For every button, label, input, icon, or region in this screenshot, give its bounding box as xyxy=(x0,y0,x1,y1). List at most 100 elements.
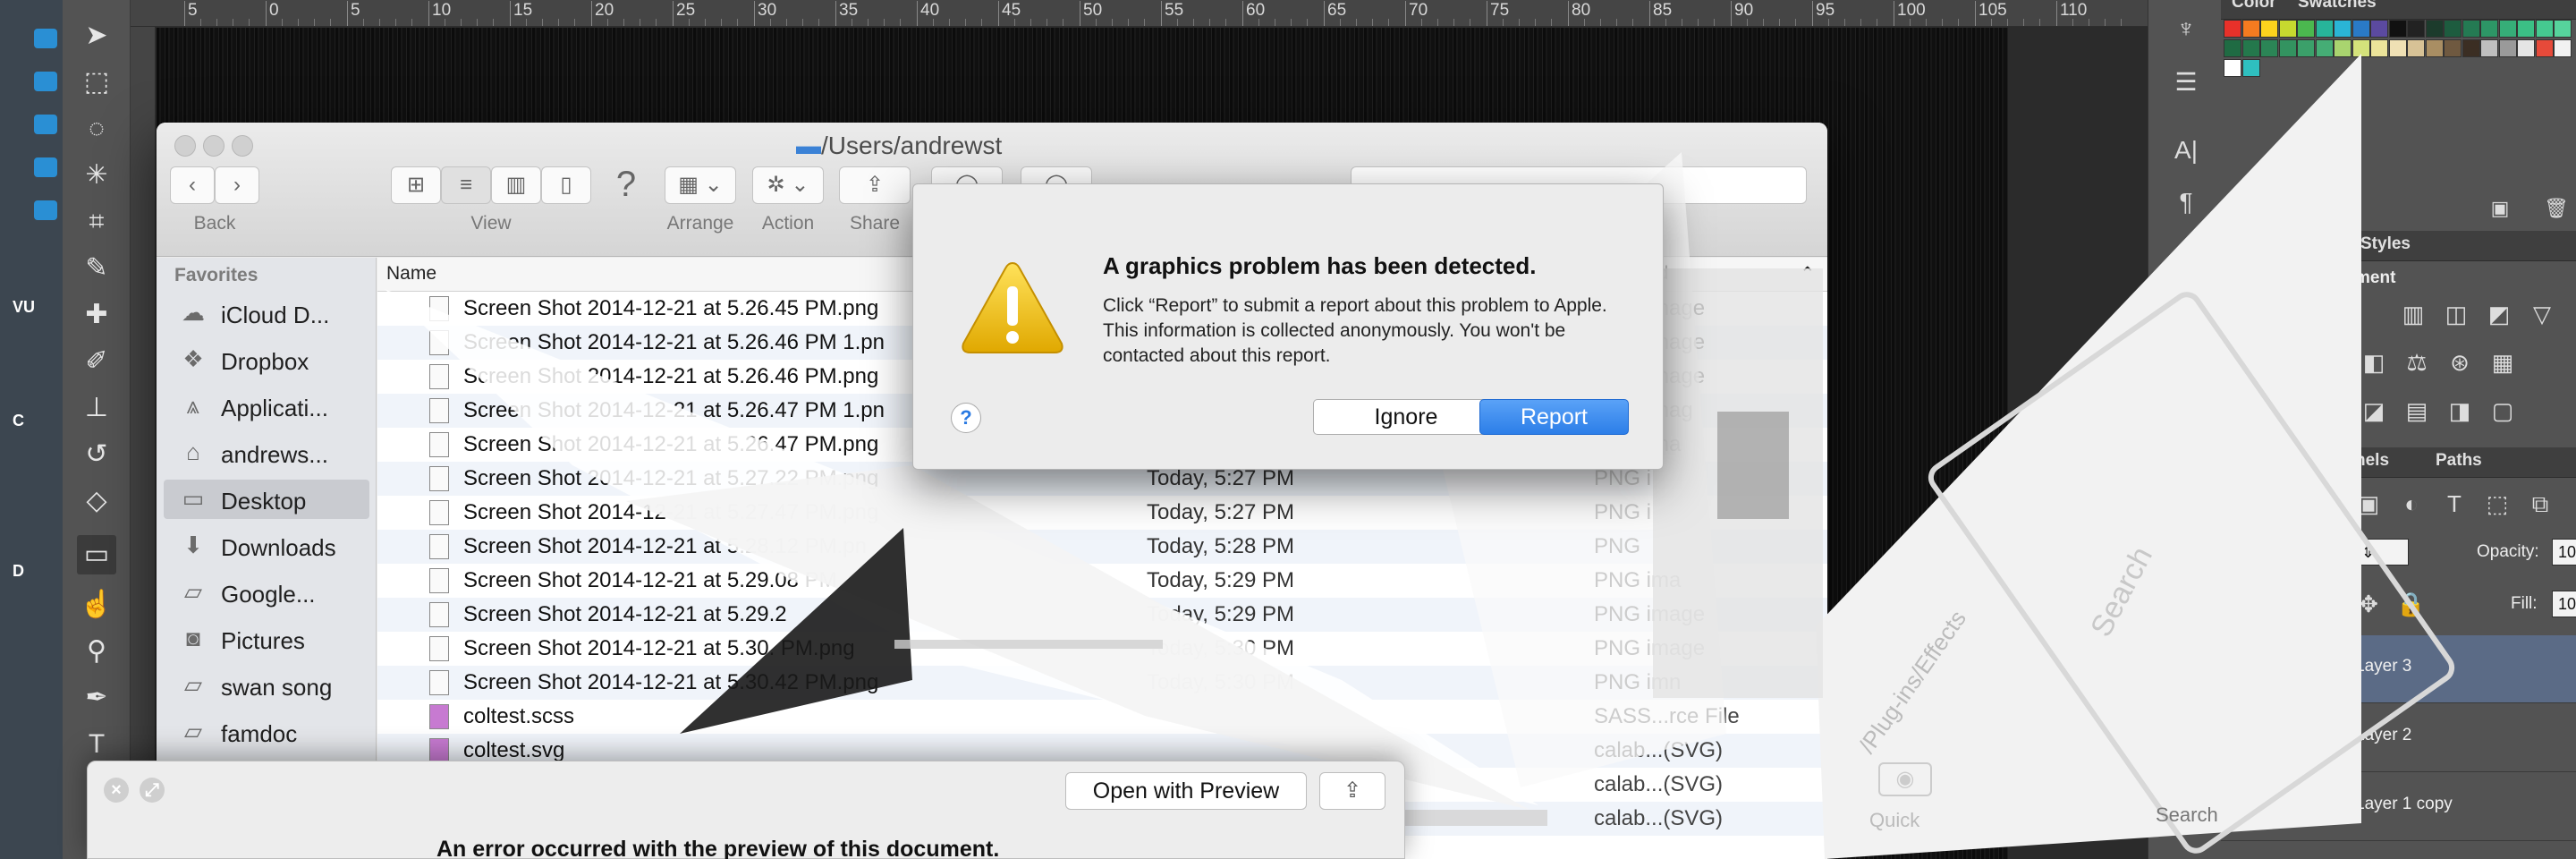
forward-button[interactable]: › xyxy=(215,166,259,204)
share-icon[interactable]: ⇪ xyxy=(1319,772,1385,810)
color-swatch[interactable] xyxy=(2554,20,2572,38)
color-swatch[interactable] xyxy=(2351,20,2370,38)
lasso-tool-icon[interactable]: ◌ xyxy=(77,109,116,149)
color-swatch[interactable] xyxy=(2297,39,2315,57)
color-swatch[interactable] xyxy=(2224,39,2241,57)
color-swatch[interactable] xyxy=(2315,20,2334,38)
open-with-preview-button[interactable]: Open with Preview xyxy=(1065,772,1307,810)
sidebar-item-swan-song[interactable]: ▱ swan song xyxy=(164,666,369,705)
color-swatch[interactable] xyxy=(2297,20,2315,38)
color-swatch[interactable] xyxy=(2462,20,2480,38)
blend-mode-select[interactable]: ⇕ xyxy=(2355,539,2409,566)
filter-smart-icon[interactable]: ⧉ xyxy=(2527,490,2554,517)
sidebar-item-dropbox[interactable]: ❖ Dropbox xyxy=(164,340,369,379)
help-icon[interactable]: ? xyxy=(604,166,648,204)
sidebar-item-desktop[interactable]: ▭ Desktop xyxy=(164,480,369,519)
ignore-button[interactable]: Ignore xyxy=(1313,399,1499,435)
back-button[interactable]: ‹ xyxy=(170,166,215,204)
selective-color-icon[interactable]: ▢ xyxy=(2489,397,2516,424)
layer-row[interactable]: Layer 3 xyxy=(2221,635,2576,703)
crop-tool-icon[interactable]: ⌗ xyxy=(77,202,116,242)
color-swatch[interactable] xyxy=(2260,20,2278,38)
channel-mixer-icon[interactable]: ⊛ xyxy=(2446,349,2473,376)
sidebar-item-google[interactable]: ▱ Google... xyxy=(164,573,369,612)
history-brush-tool-icon[interactable]: ↺ xyxy=(77,435,116,474)
close-icon[interactable]: × xyxy=(104,778,129,803)
exposure-icon[interactable]: ◩ xyxy=(2486,301,2512,327)
color-swatch[interactable] xyxy=(2535,39,2554,57)
color-swatch[interactable] xyxy=(2407,39,2425,57)
color-swatch[interactable] xyxy=(2241,20,2260,38)
pen-tool-icon[interactable]: ✒ xyxy=(77,678,116,718)
new-swatch-icon[interactable]: ▣ xyxy=(2487,195,2513,222)
layer-row[interactable]: Layer 1 copy xyxy=(2221,773,2576,841)
sidebar-item-icloud-d[interactable]: ☁ iCloud D... xyxy=(164,293,369,333)
color-swatch[interactable] xyxy=(2260,39,2278,57)
color-swatch[interactable] xyxy=(2444,20,2462,38)
hue-icon[interactable]: ◧ xyxy=(2360,349,2387,376)
color-swatch[interactable] xyxy=(2517,20,2535,38)
tab-swatches[interactable]: Swatches xyxy=(2298,0,2377,13)
brush-settings-icon[interactable]: ☰ xyxy=(2166,63,2206,102)
color-swatch[interactable] xyxy=(2315,39,2334,57)
color-swatch[interactable] xyxy=(2334,20,2351,38)
arrange-button[interactable]: ▦ ⌄ xyxy=(665,166,736,204)
sidebar-item-pictures[interactable]: ◙ Pictures xyxy=(164,619,369,659)
color-swatch[interactable] xyxy=(2425,20,2444,38)
color-swatch[interactable] xyxy=(2241,39,2260,57)
name-column-header[interactable]: Name xyxy=(386,263,436,285)
tab-channels[interactable]: nels xyxy=(2355,451,2389,471)
color-swatch[interactable] xyxy=(2535,20,2554,38)
file-row[interactable]: Screen Shot 2014-12-21 at 5.27.47 PM.png… xyxy=(377,496,1827,530)
help-button[interactable]: ? xyxy=(951,403,981,433)
action-button[interactable]: ✲ ⌄ xyxy=(752,166,824,204)
color-swatch[interactable] xyxy=(2388,39,2407,57)
color-swatch[interactable] xyxy=(2498,39,2517,57)
tab-styles[interactable]: Styles xyxy=(2360,234,2411,254)
cover-flow-button[interactable]: ▯ xyxy=(541,166,591,204)
icon-view-button[interactable]: ⊞ xyxy=(391,166,441,204)
column-view-button[interactable]: ▥ xyxy=(491,166,541,204)
gradient-tool-icon[interactable]: ▭ xyxy=(77,535,116,574)
fill-input[interactable]: 100% xyxy=(2552,591,2576,617)
close-button[interactable] xyxy=(174,135,196,157)
filter-shape-icon[interactable]: ⬚ xyxy=(2484,490,2511,517)
chevron-up-icon[interactable]: ⌃ xyxy=(1800,263,1816,285)
sidebar-item-downloads[interactable]: ⬇ Downloads xyxy=(164,526,369,566)
fullscreen-icon[interactable]: ⤢ xyxy=(140,778,165,803)
color-swatch[interactable] xyxy=(2462,39,2480,57)
eraser-tool-icon[interactable]: ◇ xyxy=(77,481,116,521)
file-row[interactable]: Screen Shot 2014-12-21 at 5.28.12 PM.pn T… xyxy=(377,530,1827,564)
color-swatch[interactable] xyxy=(2241,59,2260,77)
color-swatch[interactable] xyxy=(2224,20,2241,38)
sidebar-item-famdoc[interactable]: ▱ famdoc xyxy=(164,712,369,752)
eyedropper-tool-icon[interactable]: ✎ xyxy=(77,249,116,288)
sidebar-item-andrews[interactable]: ⌂ andrews... xyxy=(164,433,369,472)
file-row[interactable]: Screen Shot 2014-12-21 at 5.29.2 Today, 5… xyxy=(377,598,1827,632)
filter-type-icon[interactable]: T xyxy=(2441,490,2468,517)
brush-tool-icon[interactable]: ✐ xyxy=(77,342,116,381)
color-swatch[interactable] xyxy=(2224,59,2241,77)
share-button[interactable]: ⇪ xyxy=(839,166,911,204)
paragraph-icon[interactable]: ¶ xyxy=(2166,183,2206,222)
layer-row[interactable]: Layer 2 xyxy=(2221,704,2576,772)
delete-swatch-icon[interactable]: 🗑 xyxy=(2543,195,2570,222)
healing-tool-icon[interactable]: ✚ xyxy=(77,295,116,335)
report-button[interactable]: Report xyxy=(1479,399,1629,435)
list-view-button[interactable]: ≡ xyxy=(441,166,491,204)
dodge-tool-icon[interactable]: ⚲ xyxy=(77,632,116,671)
type-tool-icon[interactable]: T xyxy=(77,725,116,764)
lock-position-icon[interactable]: ✥ xyxy=(2355,591,2382,617)
invert-icon[interactable]: ◪ xyxy=(2360,397,2387,424)
filter-adjustment-icon[interactable]: ◐ xyxy=(2398,490,2425,517)
color-swatch[interactable] xyxy=(2425,39,2444,57)
move-tool-icon[interactable]: ➤ xyxy=(77,16,116,55)
threshold-icon[interactable]: ◨ xyxy=(2446,397,2473,424)
magic-wand-tool-icon[interactable]: ✳ xyxy=(77,156,116,195)
tab-paths[interactable]: Paths xyxy=(2436,451,2482,471)
levels-icon[interactable]: ▥ xyxy=(2400,301,2427,327)
opacity-input[interactable]: 100% xyxy=(2552,539,2576,566)
color-swatch[interactable] xyxy=(2388,20,2407,38)
lock-all-icon[interactable]: 🔒 xyxy=(2396,591,2425,617)
file-row[interactable]: Screen Shot 2014-12-21 at 5.30.42 PM.png… xyxy=(377,666,1827,700)
